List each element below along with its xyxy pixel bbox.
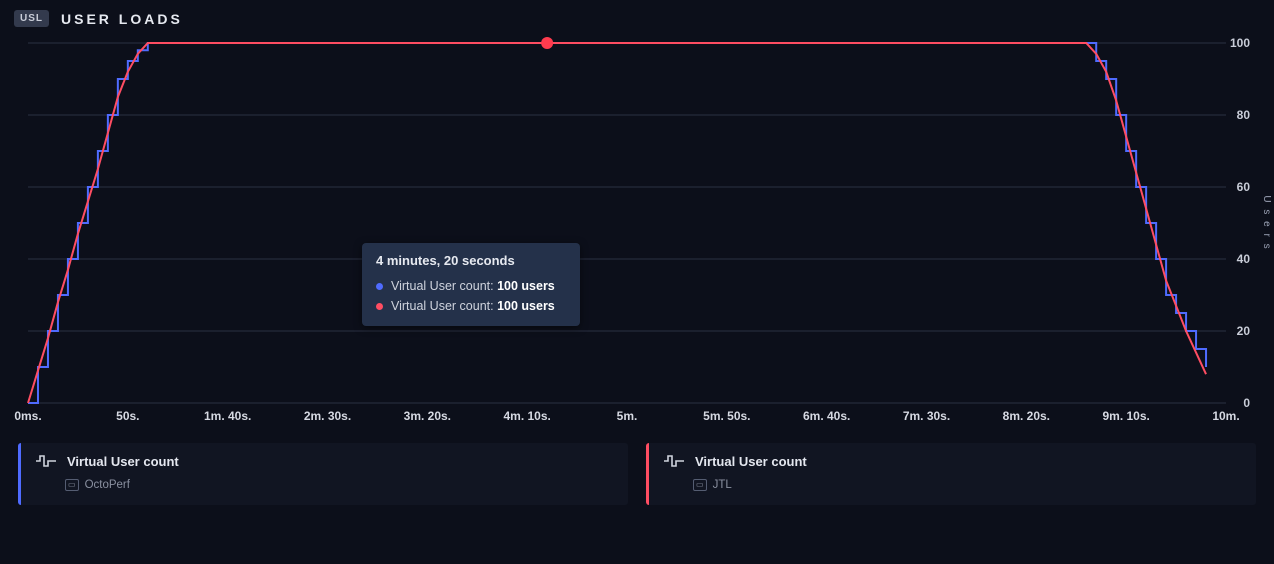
series-dot-icon <box>376 283 383 290</box>
x-tick-label: 50s. <box>116 409 139 423</box>
tooltip-title: 4 minutes, 20 seconds <box>376 253 566 268</box>
legend-title: Virtual User count <box>695 454 807 469</box>
series-dot-icon <box>376 303 383 310</box>
series-line <box>28 43 1206 403</box>
tooltip-label: Virtual User count: 100 users <box>391 276 555 296</box>
tooltip-row: Virtual User count: 100 users <box>376 276 566 296</box>
pulse-icon <box>35 453 57 469</box>
y-tick-label: 60 <box>1237 180 1251 194</box>
x-tick-label: 9m. 10s. <box>1102 409 1149 423</box>
legend-source: JTL <box>713 479 732 491</box>
chart-header: USL USER LOADS <box>0 0 1274 37</box>
legend-card[interactable]: Virtual User count ▭ JTL <box>646 443 1256 505</box>
x-tick-label: 4m. 10s. <box>503 409 550 423</box>
x-tick-label: 7m. 30s. <box>903 409 950 423</box>
source-icon: ▭ <box>65 479 79 491</box>
chart-tooltip: 4 minutes, 20 seconds Virtual User count… <box>362 243 580 326</box>
x-tick-label: 8m. 20s. <box>1003 409 1050 423</box>
y-tick-label: 40 <box>1237 252 1251 266</box>
tooltip-label: Virtual User count: 100 users <box>391 296 555 316</box>
series-line <box>28 43 1206 403</box>
x-tick-label: 0ms. <box>14 409 41 423</box>
x-tick-label: 5m. 50s. <box>703 409 750 423</box>
x-tick-label: 6m. 40s. <box>803 409 850 423</box>
x-tick-label: 2m. 30s. <box>304 409 351 423</box>
x-axis: 0ms.50s.1m. 40s.2m. 30s.3m. 20s.4m. 10s.… <box>28 403 1226 431</box>
legend-title: Virtual User count <box>67 454 179 469</box>
hover-marker-icon <box>541 37 553 49</box>
legend-row: Virtual User count ▭ OctoPerf Virtual Us… <box>0 431 1274 505</box>
x-tick-label: 10m. <box>1212 409 1239 423</box>
y-tick-label: 0 <box>1243 396 1250 410</box>
chart-title: USER LOADS <box>61 11 183 27</box>
pulse-icon <box>663 453 685 469</box>
x-tick-label: 1m. 40s. <box>204 409 251 423</box>
chart-svg: 020406080100U s e r s <box>28 43 1226 403</box>
x-tick-label: 3m. 20s. <box>404 409 451 423</box>
tooltip-row: Virtual User count: 100 users <box>376 296 566 316</box>
chart-plot-area[interactable]: 020406080100U s e r s 4 minutes, 20 seco… <box>28 43 1226 403</box>
source-icon: ▭ <box>693 479 707 491</box>
legend-source: OctoPerf <box>85 479 130 491</box>
y-tick-label: 20 <box>1237 324 1251 338</box>
x-tick-label: 5m. <box>617 409 638 423</box>
legend-card[interactable]: Virtual User count ▭ OctoPerf <box>18 443 628 505</box>
chart-badge: USL <box>14 10 49 27</box>
y-tick-label: 80 <box>1237 108 1251 122</box>
y-axis-title: U s e r s <box>1261 195 1272 250</box>
y-tick-label: 100 <box>1230 36 1250 50</box>
